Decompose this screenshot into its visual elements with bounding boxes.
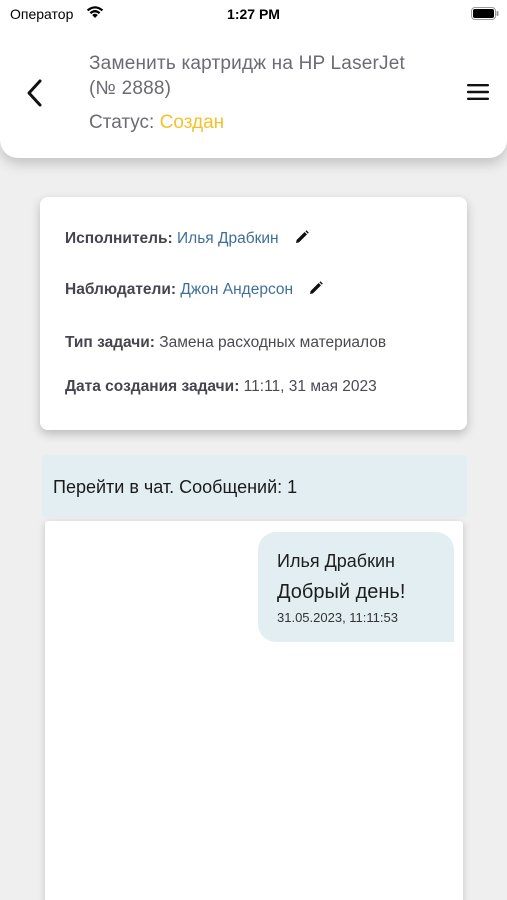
created-date-label: Дата создания задачи: bbox=[65, 378, 240, 395]
back-button[interactable] bbox=[22, 78, 48, 108]
message-timestamp: 31.05.2023, 11:11:53 bbox=[277, 610, 398, 625]
task-type-label: Тип задачи: bbox=[65, 334, 155, 351]
message-bubble: Илья Драбкин Добрый день! 31.05.2023, 11… bbox=[258, 532, 454, 642]
assignee-label: Исполнитель: bbox=[65, 230, 173, 247]
battery-icon bbox=[471, 7, 499, 20]
task-status: Статус: Создан bbox=[89, 112, 224, 134]
clock: 1:27 PM bbox=[227, 6, 280, 22]
task-type-row: Тип задачи: Замена расходных материалов bbox=[65, 334, 386, 352]
hamburger-menu-icon bbox=[467, 84, 489, 100]
chat-panel[interactable]: Илья Драбкин Добрый день! 31.05.2023, 11… bbox=[45, 521, 463, 900]
observers-link[interactable]: Джон Андерсон bbox=[180, 281, 293, 298]
observers-label: Наблюдатели: bbox=[65, 281, 177, 298]
message-author: Илья Драбкин bbox=[277, 551, 395, 571]
app-header: Оператор 1:27 PM Заменить картридж на HP… bbox=[0, 0, 507, 158]
edit-assignee-pencil-icon[interactable] bbox=[295, 230, 309, 244]
created-date-row: Дата создания задачи: 11:11, 31 мая 2023 bbox=[65, 378, 377, 396]
status-bar: Оператор 1:27 PM bbox=[0, 0, 507, 30]
status-badge: Создан bbox=[159, 112, 225, 133]
task-type-value: Замена расходных материалов bbox=[159, 334, 387, 351]
message-text: Добрый день! bbox=[277, 581, 406, 603]
edit-observers-pencil-icon[interactable] bbox=[309, 281, 324, 295]
chevron-left-icon bbox=[27, 79, 42, 107]
task-info-card: Исполнитель: Илья Драбкин Наблюдатели: Д… bbox=[40, 197, 467, 430]
assignee-link[interactable]: Илья Драбкин bbox=[177, 230, 279, 247]
observers-row: Наблюдатели: Джон Андерсон bbox=[65, 281, 324, 299]
created-date-value: 11:11, 31 мая 2023 bbox=[243, 378, 377, 395]
assignee-row: Исполнитель: Илья Драбкин bbox=[65, 230, 309, 248]
status-label: Статус: bbox=[89, 112, 155, 133]
page-title: Заменить картридж на HP LaserJet (№ 2888… bbox=[89, 53, 406, 99]
open-chat-button[interactable]: Перейти в чат. Сообщений: 1 bbox=[42, 455, 467, 517]
open-chat-label: Перейти в чат. Сообщений: 1 bbox=[53, 477, 298, 497]
menu-button[interactable] bbox=[466, 82, 490, 102]
